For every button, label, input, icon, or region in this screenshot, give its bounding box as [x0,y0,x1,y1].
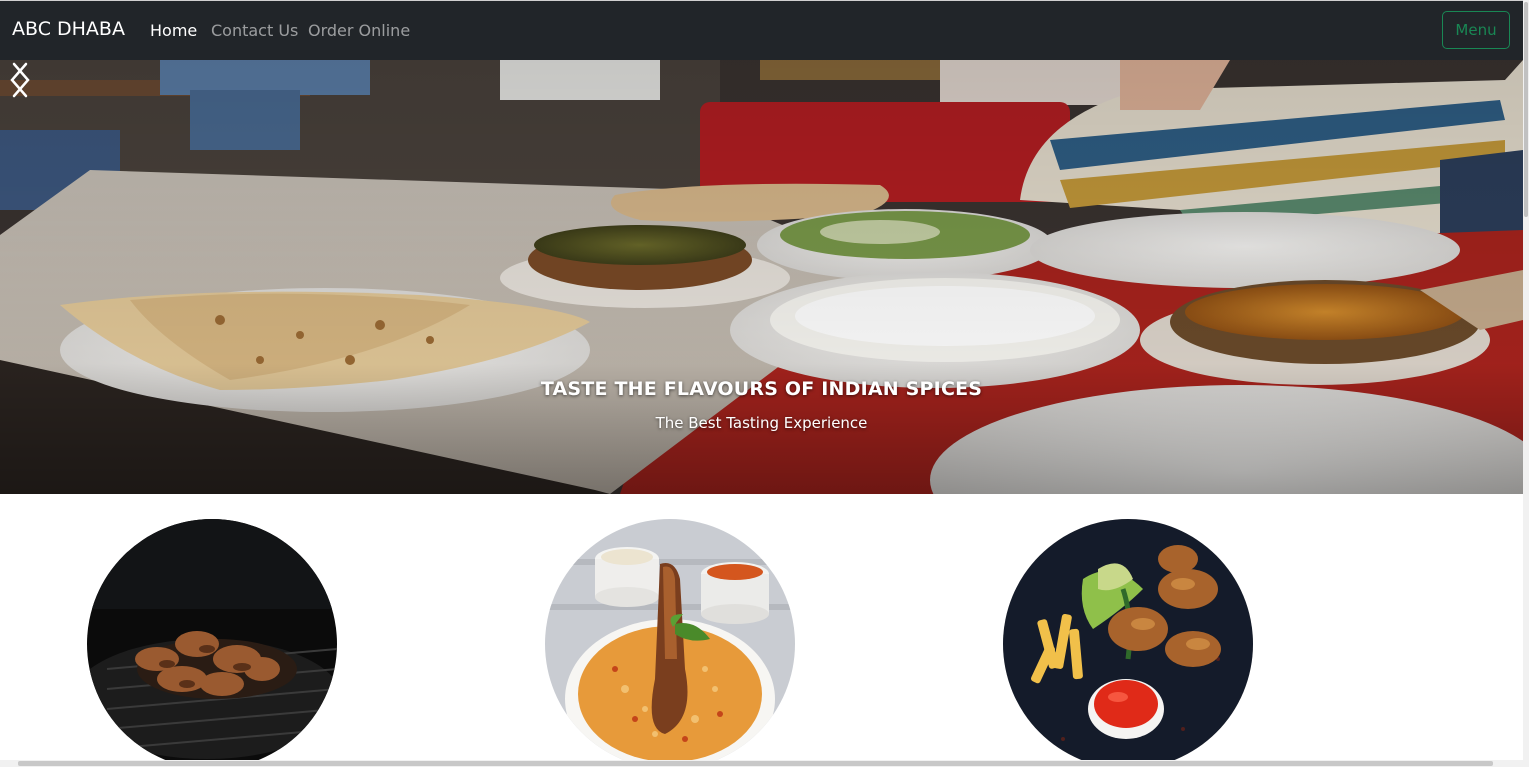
fried-chicken-platter-image [1003,519,1253,767]
hero-carousel: TASTE THE FLAVOURS OF INDIAN SPICES The … [0,60,1523,494]
page: ABC DHABA Home Contact Us Order Online M… [0,0,1529,767]
menu-button[interactable]: Menu [1442,11,1510,49]
vertical-scrollbar[interactable] [1523,0,1529,767]
nav-link-home[interactable]: Home [150,21,197,40]
grilled-chicken-image [87,519,337,767]
navbar: ABC DHABA Home Contact Us Order Online M… [0,0,1523,60]
chevron-right-icon[interactable] [0,60,40,100]
hero-subtitle: The Best Tasting Experience [655,414,868,432]
brand-logo[interactable]: ABC DHABA [12,18,125,40]
horizontal-scrollbar[interactable] [0,760,1523,767]
vertical-scrollbar-thumb[interactable] [1524,2,1528,217]
hero-title: TASTE THE FLAVOURS OF INDIAN SPICES [540,378,983,400]
nav-link-contact-us[interactable]: Contact Us [211,21,298,40]
nav-link-order-online[interactable]: Order Online [308,21,410,40]
horizontal-scrollbar-thumb[interactable] [18,761,1493,766]
chicken-biryani-image [545,519,795,767]
